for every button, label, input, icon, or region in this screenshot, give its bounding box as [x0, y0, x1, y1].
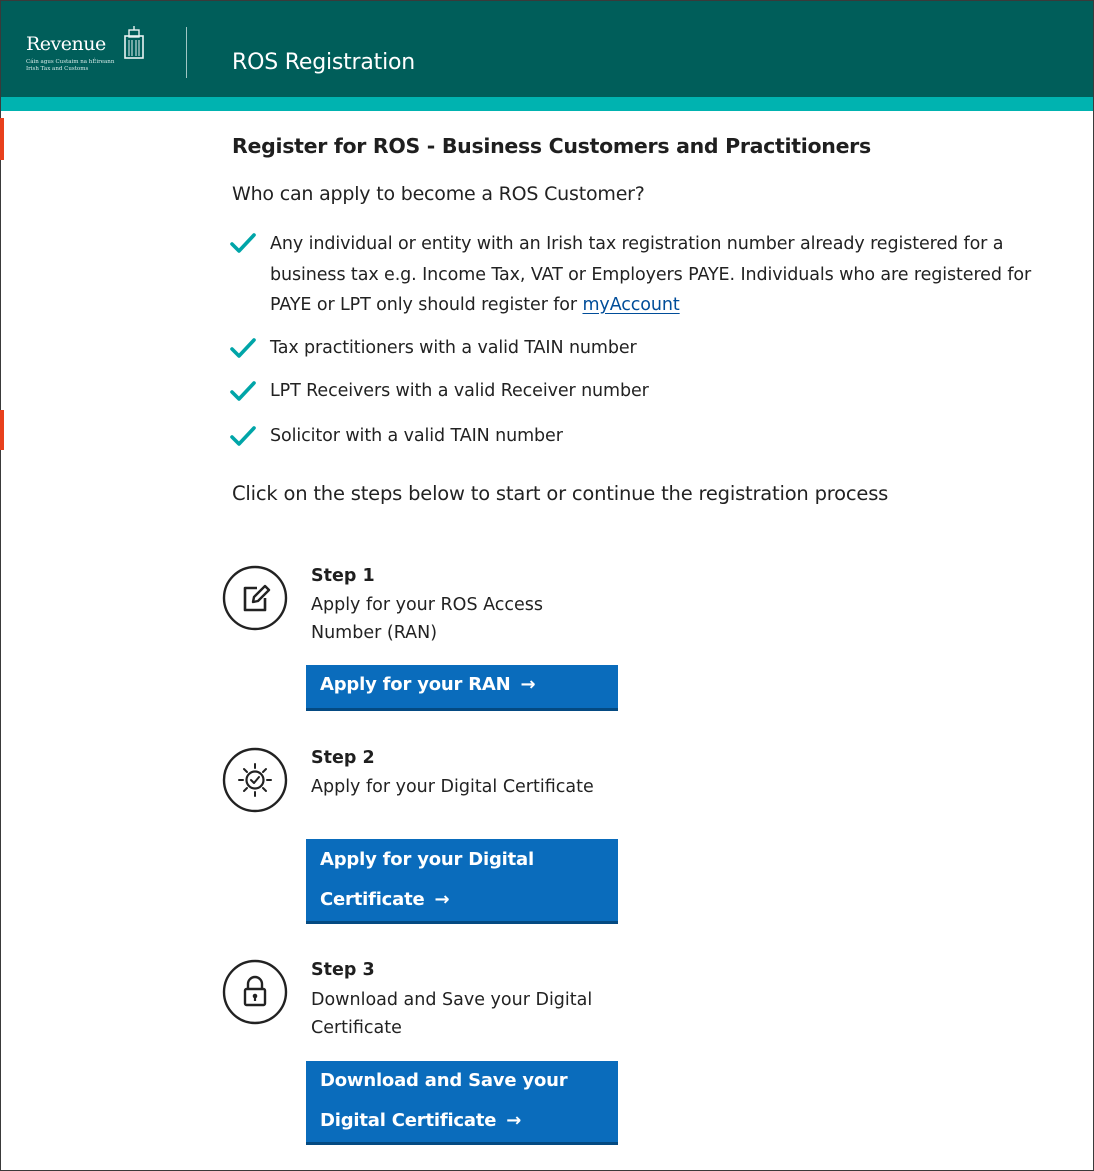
step-3-description: Download and Save your Digital Certifica… [311, 990, 593, 1038]
harp-icon [124, 26, 144, 59]
app-title: ROS Registration [232, 50, 416, 75]
step-3-label: Step 3 [311, 960, 375, 980]
check-icon [230, 338, 256, 358]
step-2-label: Step 2 [311, 748, 375, 768]
arrow-right-icon: → [506, 1110, 522, 1131]
check-icon [230, 426, 256, 446]
check-icon [230, 381, 256, 401]
arrow-right-icon: → [434, 889, 450, 910]
instruction-text: Click on the steps below to start or con… [232, 482, 889, 505]
lock-icon [222, 959, 288, 1025]
edit-icon [222, 565, 288, 631]
side-mark [0, 410, 4, 450]
apply-ran-button[interactable]: Apply for your RAN → [306, 665, 618, 711]
myaccount-link[interactable]: myAccount [582, 295, 679, 315]
eligibility-item: Tax practitioners with a valid TAIN numb… [270, 338, 637, 358]
side-mark [0, 118, 4, 160]
apply-digital-certificate-button[interactable]: Apply for your Digital Certificate → [306, 839, 618, 924]
arrow-right-icon: → [520, 674, 536, 695]
eligibility-item: Solicitor with a valid TAIN number [270, 426, 563, 446]
step-2-description: Apply for your Digital Certificate [311, 777, 594, 797]
eligibility-item: LPT Receivers with a valid Receiver numb… [270, 381, 649, 401]
step-1-description: Apply for your ROS Access Number (RAN) [311, 595, 544, 643]
header-divider [186, 27, 187, 78]
download-save-certificate-button[interactable]: Download and Save your Digital Certifica… [306, 1061, 618, 1145]
logo-wordmark: Revenue [26, 33, 106, 55]
intro-question: Who can apply to become a ROS Customer? [232, 183, 645, 205]
logo-subtext: Cáin agus Custaim na hÉireann Irish Tax … [26, 59, 115, 72]
page-title: Register for ROS - Business Customers an… [232, 134, 871, 158]
eligibility-item: Any individual or entity with an Irish t… [270, 234, 1032, 315]
header-stripe [1, 97, 1093, 111]
check-icon [230, 233, 256, 253]
certificate-icon [222, 747, 288, 813]
step-1-label: Step 1 [311, 566, 375, 586]
revenue-logo[interactable]: Revenue Cáin agus Custaim na hÉireann Ir… [26, 26, 166, 82]
